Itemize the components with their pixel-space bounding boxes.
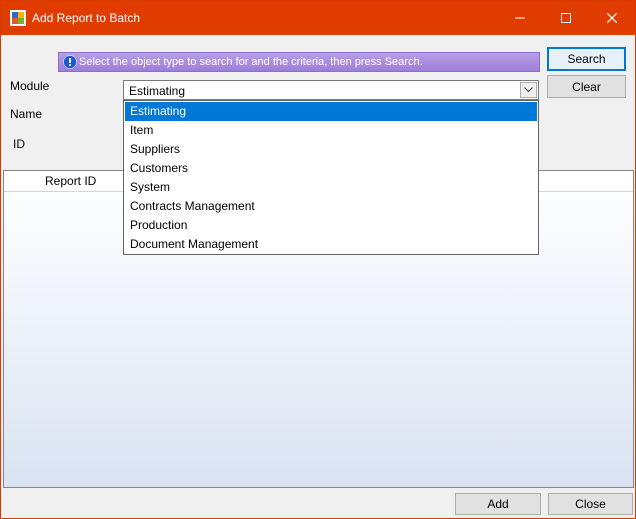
clear-button[interactable]: Clear bbox=[547, 75, 626, 98]
maximize-icon bbox=[561, 13, 571, 23]
close-button[interactable]: Close bbox=[548, 493, 633, 515]
add-button[interactable]: Add bbox=[455, 493, 541, 515]
module-dropdown-list[interactable]: Estimating Item Suppliers Customers Syst… bbox=[123, 100, 539, 255]
title-bar[interactable]: Add Report to Batch bbox=[1, 1, 635, 35]
module-select-value: Estimating bbox=[129, 84, 186, 98]
name-label: Name bbox=[10, 107, 43, 121]
dropdown-option[interactable]: System bbox=[125, 178, 537, 197]
close-window-button[interactable] bbox=[589, 1, 635, 35]
column-header-report-id[interactable]: Report ID bbox=[4, 171, 136, 191]
minimize-button[interactable] bbox=[497, 1, 543, 35]
maximize-button[interactable] bbox=[543, 1, 589, 35]
id-label: ID bbox=[13, 137, 25, 151]
dropdown-option[interactable]: Estimating bbox=[125, 102, 537, 121]
dropdown-option[interactable]: Contracts Management bbox=[125, 197, 537, 216]
dropdown-option[interactable]: Customers bbox=[125, 159, 537, 178]
dialog-client-area: Select the object type to search for and… bbox=[1, 35, 635, 518]
dropdown-option[interactable]: Item bbox=[125, 121, 537, 140]
dropdown-option[interactable]: Document Management bbox=[125, 235, 537, 254]
info-banner: Select the object type to search for and… bbox=[58, 52, 540, 72]
chevron-down-icon bbox=[524, 87, 533, 93]
dialog-window: Add Report to Batch Select the object ty… bbox=[0, 0, 636, 519]
info-banner-text: Select the object type to search for and… bbox=[79, 56, 423, 68]
minimize-icon bbox=[515, 17, 525, 19]
dropdown-option[interactable]: Production bbox=[125, 216, 537, 235]
search-button[interactable]: Search bbox=[547, 47, 626, 71]
close-icon bbox=[607, 13, 617, 23]
dropdown-option[interactable]: Suppliers bbox=[125, 140, 537, 159]
dropdown-toggle[interactable] bbox=[520, 82, 537, 98]
info-icon bbox=[63, 55, 77, 69]
app-icon bbox=[10, 10, 26, 26]
module-label: Module bbox=[10, 79, 50, 93]
module-select[interactable]: Estimating bbox=[123, 80, 539, 100]
window-title: Add Report to Batch bbox=[32, 11, 141, 25]
